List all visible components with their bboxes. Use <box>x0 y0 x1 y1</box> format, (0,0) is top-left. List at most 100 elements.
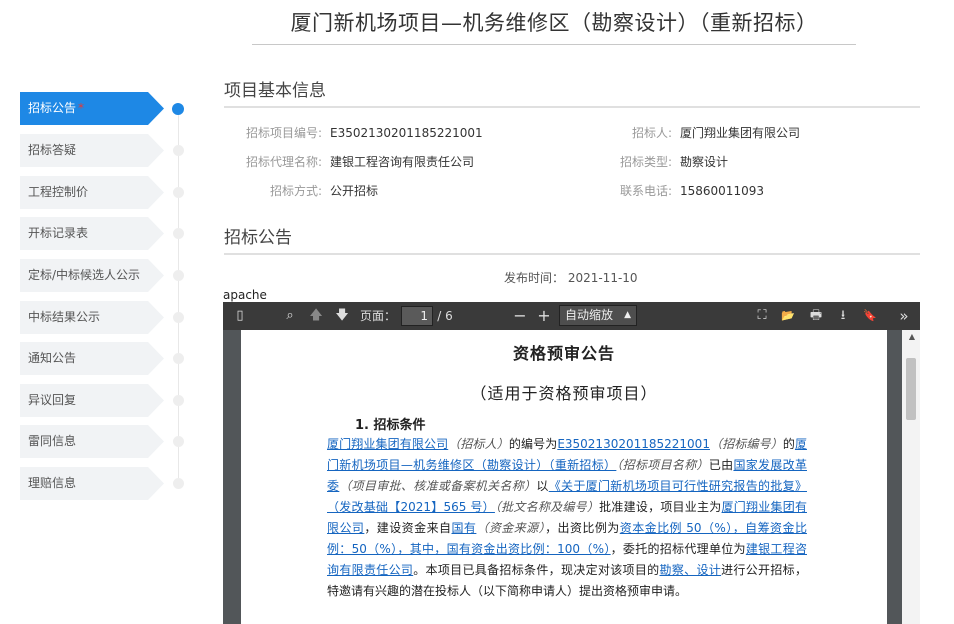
doc-filled-value: 厦门翔业集团有限公司 <box>327 437 449 451</box>
field-value: 建银工程咨询有限责任公司 <box>330 155 475 169</box>
required-marker: * <box>78 101 85 115</box>
scrollbar-thumb[interactable] <box>906 358 916 420</box>
field-value: 勘察设计 <box>680 155 729 169</box>
chevron-down-icon: ▲ <box>624 310 631 320</box>
sidebar-item-notice[interactable]: 通知公告 <box>20 342 164 375</box>
doc-text: ，委托的招标代理单位为 <box>610 542 746 556</box>
doc-body: 厦门翔业集团有限公司（招标人）的编号为E3502130201185221001（… <box>327 434 807 602</box>
field-value: 15860011093 <box>680 184 764 198</box>
sidebar-item-label: 中标结果公示 <box>28 310 101 324</box>
zoom-in-icon[interactable]: + <box>535 306 553 326</box>
sidebar-toggle-icon[interactable]: ▯ <box>231 306 249 326</box>
presentation-mode-icon[interactable]: ⛶ <box>753 306 771 326</box>
doc-text: ，出资比例为 <box>545 521 620 535</box>
sidebar-item-similarity-info[interactable]: 雷同信息 <box>20 425 164 458</box>
field-bid-type: 招标类型: 勘察设计 <box>598 153 728 170</box>
timeline-dot <box>173 353 184 364</box>
publish-time: 发布时间： 2021-11-10 <box>504 271 638 285</box>
section-divider <box>224 253 920 255</box>
print-icon[interactable]: 🖶 <box>807 306 825 326</box>
doc-filled-value: 勘察、设计 <box>659 563 722 577</box>
sidebar-item-label: 工程控制价 <box>28 185 89 199</box>
field-project-number: 招标项目编号: E3502130201185221001 <box>230 124 483 141</box>
timeline-dot <box>173 270 184 281</box>
field-value: E3502130201185221001 <box>330 126 483 140</box>
field-value: 公开招标 <box>330 184 379 198</box>
field-bid-method: 招标方式: 公开招标 <box>230 182 378 199</box>
page-total: / 6 <box>437 309 453 323</box>
previous-page-icon[interactable]: 🡅 <box>307 306 325 326</box>
doc-field-hint: （项目审批、核准或备案机关名称） <box>339 479 537 493</box>
download-icon[interactable]: ⭳ <box>834 306 852 326</box>
doc-text: ，建设资金来自 <box>364 521 452 535</box>
basic-info-title: 项目基本信息 <box>224 81 326 101</box>
sidebar-item-label: 理赔信息 <box>28 476 77 490</box>
timeline-dot <box>173 478 184 489</box>
doc-text: 批准建设，项目业主为 <box>599 500 722 514</box>
doc-field-hint: （招标编号） <box>709 437 783 451</box>
sidebar-item-result-notice[interactable]: 中标结果公示 <box>20 301 164 334</box>
timeline-dot <box>173 228 184 239</box>
scroll-up-icon[interactable]: ▲ <box>909 332 915 341</box>
doc-filled-value: 国有 <box>451 521 477 535</box>
field-key: 联系电话: <box>619 184 672 198</box>
sidebar-item-label: 招标答疑 <box>28 143 77 157</box>
timeline-dot-active <box>172 103 184 115</box>
pdf-toolbar: ▯ ⌕ 🡅 🡇 页面： 1 / 6 − + 自动缩放 ▲ ⛶ 📂 🖶 ⭳ 🔖 » <box>223 302 920 330</box>
field-key: 招标类型: <box>619 155 672 169</box>
frame-title: apache <box>223 288 920 302</box>
doc-text: 以 <box>536 479 549 493</box>
sidebar-item-label: 雷同信息 <box>28 434 77 448</box>
sidebar-item-bid-qa[interactable]: 招标答疑 <box>20 134 164 167</box>
pdf-page: 资格预审公告 （适用于资格预审项目） 1. 招标条件 厦门翔业集团有限公司（招标… <box>241 330 887 624</box>
page-label: 页面： <box>359 309 396 323</box>
page-title: 厦门新机场项目—机务维修区（勘察设计）（重新招标） <box>290 11 818 35</box>
field-key: 招标代理名称: <box>245 155 322 169</box>
sidebar-item-label: 开标记录表 <box>28 226 89 240</box>
pdf-viewer[interactable]: apache ▯ ⌕ 🡅 🡇 页面： 1 / 6 − + 自动缩放 ▲ ⛶ 📂 🖶… <box>223 288 920 624</box>
title-bar: 厦门新机场项目—机务维修区（勘察设计）（重新招标） <box>252 6 856 45</box>
sidebar-item-label: 异议回复 <box>28 393 77 407</box>
sidebar-item-bid-announcement[interactable]: 招标公告 * <box>20 92 164 125</box>
timeline-line <box>178 110 179 482</box>
doc-heading: 资格预审公告 <box>512 344 615 363</box>
field-phone: 联系电话: 15860011093 <box>598 182 764 199</box>
next-page-icon[interactable]: 🡇 <box>333 306 351 326</box>
sidebar-item-label: 通知公告 <box>28 351 77 365</box>
field-key: 招标方式: <box>269 184 322 198</box>
bookmark-icon[interactable]: 🔖 <box>861 306 879 326</box>
timeline-dot <box>173 312 184 323</box>
sidebar-item-opening-record[interactable]: 开标记录表 <box>20 217 164 250</box>
doc-text: 。本项目已具备招标条件，现决定对该项目的 <box>413 563 660 577</box>
doc-filled-value: E3502130201185221001 <box>557 437 710 451</box>
page-number-input[interactable]: 1 <box>401 306 433 326</box>
announcement-title: 招标公告 <box>224 228 292 248</box>
sidebar-item-label: 定标/中标候选人公示 <box>28 268 141 282</box>
field-key: 招标项目编号: <box>245 126 322 140</box>
open-file-icon[interactable]: 📂 <box>779 306 797 326</box>
field-key: 招标人: <box>631 126 672 140</box>
field-agency-name: 招标代理名称: 建银工程咨询有限责任公司 <box>230 153 474 170</box>
zoom-out-icon[interactable]: − <box>511 306 529 326</box>
doc-text: 的编号为 <box>508 437 558 451</box>
zoom-value: 自动缩放 <box>565 308 614 322</box>
sidebar-item-control-price[interactable]: 工程控制价 <box>20 176 164 209</box>
field-value: 厦门翔业集团有限公司 <box>680 126 801 140</box>
sidebar-item-candidate-notice[interactable]: 定标/中标候选人公示 <box>20 259 164 292</box>
timeline-dot <box>173 395 184 406</box>
section-divider <box>224 106 920 108</box>
doc-field-hint: （招标项目名称） <box>616 458 709 472</box>
timeline-dot <box>173 436 184 447</box>
doc-field-hint: （资金来源） <box>476 521 546 535</box>
doc-text: 的 <box>782 437 795 451</box>
timeline-dot <box>173 187 184 198</box>
zoom-select[interactable]: 自动缩放 ▲ <box>559 305 637 326</box>
doc-field-hint: （批文名称及编号） <box>494 500 600 514</box>
timeline-dot <box>173 145 184 156</box>
sidebar-item-label: 招标公告 <box>28 101 77 115</box>
sidebar-item-objection-reply[interactable]: 异议回复 <box>20 384 164 417</box>
doc-field-hint: （招标人） <box>448 437 509 451</box>
sidebar-item-claim-info[interactable]: 理赔信息 <box>20 467 164 500</box>
search-icon[interactable]: ⌕ <box>281 306 299 326</box>
more-tools-icon[interactable]: » <box>895 306 913 326</box>
